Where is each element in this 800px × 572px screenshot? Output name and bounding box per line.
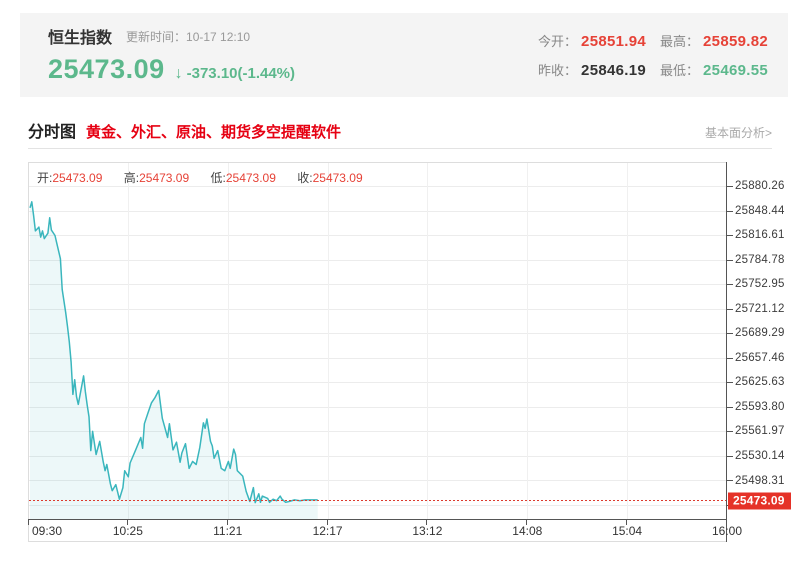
y-axis-label: 25561.97 [735, 425, 785, 437]
stats-row-2: 昨收： 25846.19 最低： 25469.55 [524, 60, 768, 80]
y-axis-label: 25625.63 [735, 376, 785, 388]
prev-close-label: 昨收： [538, 60, 577, 79]
low-value: 25469.55 [703, 62, 768, 79]
ohlc-open-label: 开: [37, 171, 52, 185]
down-arrow-icon: ↓ [175, 65, 183, 83]
ohlc-low-label: 低: [211, 171, 226, 185]
stats-row-1: 今开： 25851.94 最高： 25859.82 [524, 31, 768, 51]
price-change: -373.10(-1.44%) [187, 65, 295, 82]
index-summary-card: 恒生指数 更新时间：10-17 12:10 25473.09 ↓ -373.10… [20, 13, 788, 97]
section-divider [28, 148, 772, 149]
current-price-badge: 25473.09 [728, 492, 791, 509]
current-price: 25473.09 [48, 54, 165, 85]
update-time-label: 更新时间： [126, 30, 186, 44]
update-time: 更新时间：10-17 12:10 [126, 28, 250, 45]
ohlc-high-label: 高: [124, 171, 139, 185]
y-axis-label: 25784.78 [735, 254, 785, 266]
x-axis-label: 15:04 [612, 524, 642, 538]
y-axis-label: 25721.12 [735, 303, 785, 315]
y-axis-label: 25848.44 [735, 205, 785, 217]
promo-link[interactable]: 黄金、外汇、原油、期货多空提醒软件 [86, 121, 341, 142]
ohlc-close-value: 25473.09 [313, 171, 363, 185]
ohlc-legend: 开:25473.09 高:25473.09 低:25473.09 收:25473… [37, 169, 381, 186]
x-axis-label: 10:25 [113, 524, 143, 538]
y-axis-label: 25657.46 [735, 352, 785, 364]
intraday-chart-panel: 开:25473.09 高:25473.09 低:25473.09 收:25473… [28, 162, 800, 557]
ohlc-open-value: 25473.09 [52, 171, 102, 185]
y-axis-label: 25880.26 [735, 180, 785, 192]
x-axis-label: 16:00 [712, 524, 742, 538]
section-title: 分时图 [28, 118, 76, 142]
x-axis-label: 09:30 [32, 524, 62, 538]
y-axis-label: 25752.95 [735, 278, 785, 290]
open-label: 今开： [538, 31, 577, 50]
ohlc-low-value: 25473.09 [226, 171, 276, 185]
ohlc-close-label: 收: [297, 171, 312, 185]
y-axis-label: 25530.14 [735, 450, 785, 462]
prev-close-value: 25846.19 [581, 62, 646, 79]
update-time-value: 10-17 12:10 [186, 30, 250, 44]
x-axis-label: 13:12 [412, 524, 442, 538]
x-axis-label: 12:17 [313, 524, 343, 538]
x-axis-label: 11:21 [213, 524, 242, 538]
high-value: 25859.82 [703, 33, 768, 50]
y-axis-label: 25498.31 [735, 475, 785, 487]
y-axis-label: 25816.61 [735, 229, 785, 241]
section-bar: 分时图 黄金、外汇、原油、期货多空提醒软件 基本面分析> [28, 118, 772, 142]
y-axis-label: 25689.29 [735, 327, 785, 339]
fundamental-analysis-link[interactable]: 基本面分析> [705, 124, 772, 141]
ohlc-high-value: 25473.09 [139, 171, 189, 185]
low-label: 最低： [660, 60, 699, 79]
x-axis-label: 14:08 [512, 524, 542, 538]
y-axis-label: 25593.80 [735, 401, 785, 413]
high-label: 最高： [660, 31, 699, 50]
intraday-line-chart [28, 162, 800, 543]
index-name: 恒生指数 [48, 24, 112, 48]
open-value: 25851.94 [581, 33, 646, 50]
